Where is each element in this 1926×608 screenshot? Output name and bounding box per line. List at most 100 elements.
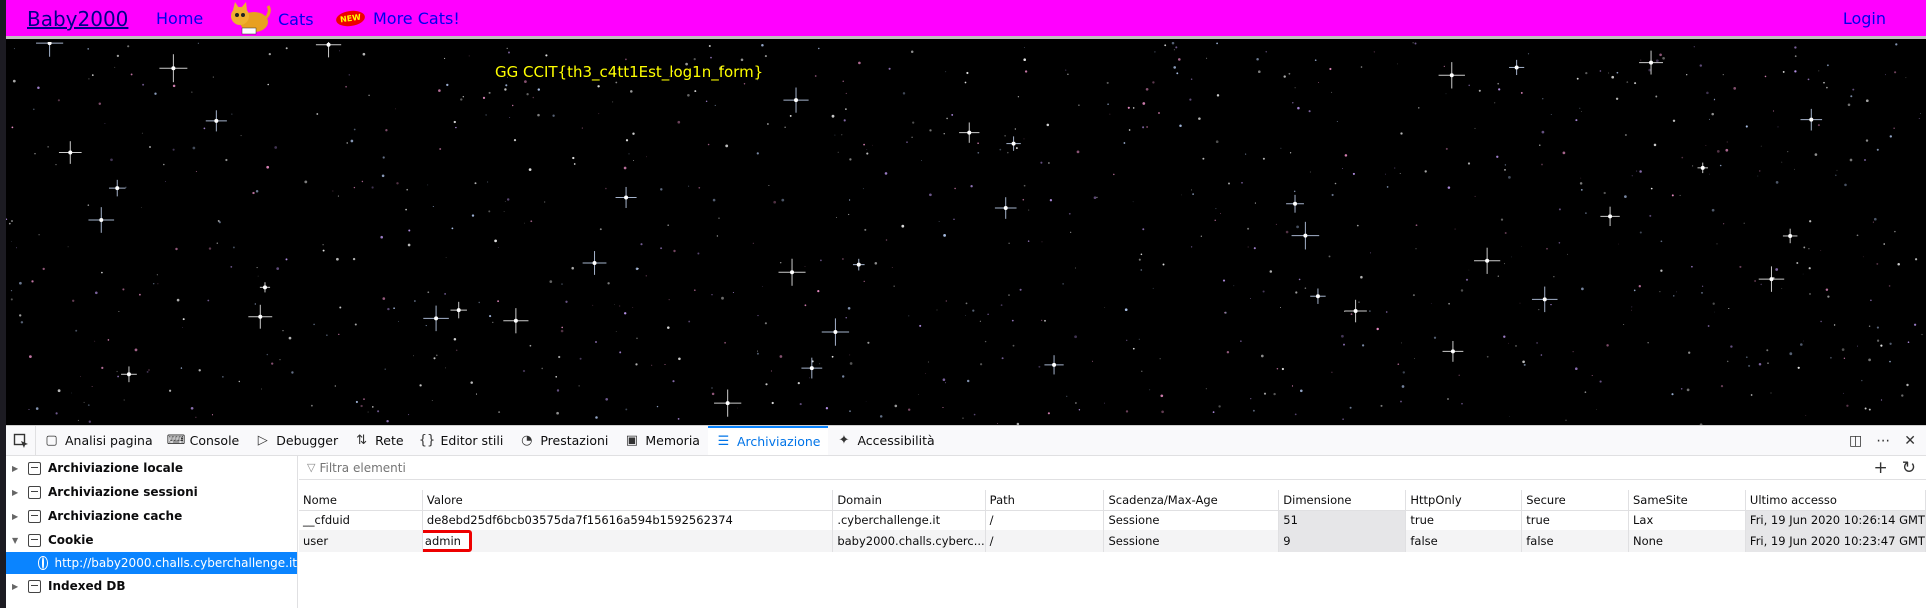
tab-performance[interactable]: ◔ Prestazioni xyxy=(511,426,616,455)
expand-arrow-icon[interactable]: ▶ xyxy=(12,488,22,497)
star xyxy=(1608,72,1610,74)
cell-path[interactable]: / xyxy=(985,530,1105,552)
column-header[interactable]: Dimensione xyxy=(1278,490,1407,511)
star xyxy=(362,52,366,56)
sparkle-star xyxy=(503,308,529,334)
star xyxy=(910,50,914,54)
tab-accessibility[interactable]: ✦ Accessibilità xyxy=(828,426,942,455)
star xyxy=(607,282,610,285)
table-row[interactable]: user admin baby2000.challs.cyberc... / S… xyxy=(299,530,1926,552)
column-header[interactable]: Scadenza/Max-Age xyxy=(1103,490,1280,511)
star xyxy=(506,198,510,201)
cell-path[interactable]: / xyxy=(985,510,1105,530)
star xyxy=(116,54,120,58)
cell-expires[interactable]: Sessione xyxy=(1103,530,1280,552)
column-header[interactable]: SameSite xyxy=(1628,490,1746,511)
star xyxy=(694,90,697,93)
element-picker-button[interactable] xyxy=(6,426,36,455)
nav-cats-link[interactable]: Cats xyxy=(228,2,314,36)
star xyxy=(1733,87,1737,90)
expand-arrow-icon[interactable]: ▶ xyxy=(12,464,22,473)
column-header[interactable]: Valore xyxy=(422,490,834,511)
sidebar-item-cookie-host[interactable]: http://baby2000.challs.cyberchallenge.it xyxy=(6,552,297,574)
cell-expires[interactable]: Sessione xyxy=(1103,510,1280,530)
value-edit-field[interactable]: admin xyxy=(422,530,472,552)
sidebar-item-session-storage[interactable]: ▶ Archiviazione sessioni xyxy=(6,480,297,504)
nav-more-cats-link[interactable]: NEW More Cats! xyxy=(335,9,460,28)
cell-name[interactable]: __cfduid xyxy=(299,510,423,530)
cell-httponly[interactable]: true xyxy=(1405,510,1523,530)
star xyxy=(660,188,663,191)
star xyxy=(230,265,233,268)
star xyxy=(707,143,710,146)
sidebar-item-cache-storage[interactable]: ▶ Archiviazione cache xyxy=(6,504,297,528)
tab-style-editor[interactable]: {} Editor stili xyxy=(412,426,512,455)
star xyxy=(867,341,870,344)
star xyxy=(1161,410,1164,414)
expand-arrow-icon[interactable]: ▶ xyxy=(12,582,22,591)
column-header[interactable]: Path xyxy=(985,490,1105,511)
star xyxy=(444,367,446,369)
cell-value[interactable]: de8ebd25df6bcb03575da7f15616a594b1592562… xyxy=(422,510,834,530)
star xyxy=(1895,43,1898,46)
star xyxy=(1486,355,1489,358)
star xyxy=(1870,299,1872,302)
star xyxy=(1541,163,1543,166)
star xyxy=(1624,134,1627,136)
star xyxy=(565,300,568,303)
cell-name[interactable]: user xyxy=(299,530,423,552)
cell-value[interactable]: admin xyxy=(422,530,834,552)
cell-secure[interactable]: false xyxy=(1521,530,1629,552)
star xyxy=(942,406,944,409)
cell-samesite[interactable]: None xyxy=(1628,530,1746,552)
close-icon[interactable]: ✕ xyxy=(1904,433,1916,449)
refresh-icon[interactable]: ↻ xyxy=(1902,458,1916,478)
filter-input[interactable] xyxy=(319,460,820,475)
tab-console[interactable]: ⌨ Console xyxy=(161,426,248,455)
brand-link[interactable]: Baby2000 xyxy=(27,7,128,31)
star xyxy=(1078,409,1081,411)
star xyxy=(1460,289,1464,292)
table-row[interactable]: __cfduid de8ebd25df6bcb03575da7f15616a59… xyxy=(299,510,1926,530)
tab-storage[interactable]: ☰ Archiviazione xyxy=(707,426,829,455)
nav-login-link[interactable]: Login xyxy=(1843,9,1886,28)
sidebar-item-cookies[interactable]: ▼ Cookie xyxy=(6,528,297,552)
nav-more-cats-label: More Cats! xyxy=(372,9,460,28)
cell-domain[interactable]: baby2000.challs.cyberc... xyxy=(832,530,986,552)
cell-domain[interactable]: .cyberchallenge.it xyxy=(832,510,986,530)
column-header[interactable]: Ultimo accesso xyxy=(1745,490,1926,511)
star xyxy=(117,375,119,378)
column-header[interactable]: Domain xyxy=(832,490,986,511)
star xyxy=(1280,147,1282,149)
dock-side-icon[interactable]: ◫ xyxy=(1849,433,1862,449)
star xyxy=(925,373,926,374)
nav-home-link[interactable]: Home xyxy=(156,9,203,28)
star xyxy=(614,304,615,305)
sparkle-star xyxy=(248,304,273,329)
star xyxy=(304,180,308,184)
tab-network[interactable]: ⇅ Rete xyxy=(346,426,411,455)
star xyxy=(385,129,388,132)
column-header[interactable]: HttpOnly xyxy=(1405,490,1523,511)
collapse-arrow-icon[interactable]: ▼ xyxy=(12,536,22,545)
star xyxy=(1240,340,1242,342)
sidebar-item-indexed-db[interactable]: ▶ Indexed DB xyxy=(6,574,297,598)
cell-samesite[interactable]: Lax xyxy=(1628,510,1746,530)
column-header[interactable]: Nome xyxy=(299,490,423,511)
tab-inspector[interactable]: ▢ Analisi pagina xyxy=(36,426,161,455)
tab-debugger[interactable]: ▷ Debugger xyxy=(247,426,346,455)
column-header[interactable]: Secure xyxy=(1521,490,1629,511)
star xyxy=(190,406,194,410)
tab-memory[interactable]: ▣ Memoria xyxy=(616,426,708,455)
star xyxy=(1474,127,1476,129)
star xyxy=(182,327,184,328)
add-item-icon[interactable]: + xyxy=(1874,458,1888,478)
cell-secure[interactable]: true xyxy=(1521,510,1629,530)
star xyxy=(354,323,357,326)
sidebar-item-local-storage[interactable]: ▶ Archiviazione locale xyxy=(6,456,297,480)
expand-arrow-icon[interactable]: ▶ xyxy=(12,512,22,521)
star xyxy=(623,312,627,315)
star xyxy=(571,266,574,270)
more-options-icon[interactable]: ⋯ xyxy=(1876,433,1890,449)
cell-httponly[interactable]: false xyxy=(1405,530,1523,552)
